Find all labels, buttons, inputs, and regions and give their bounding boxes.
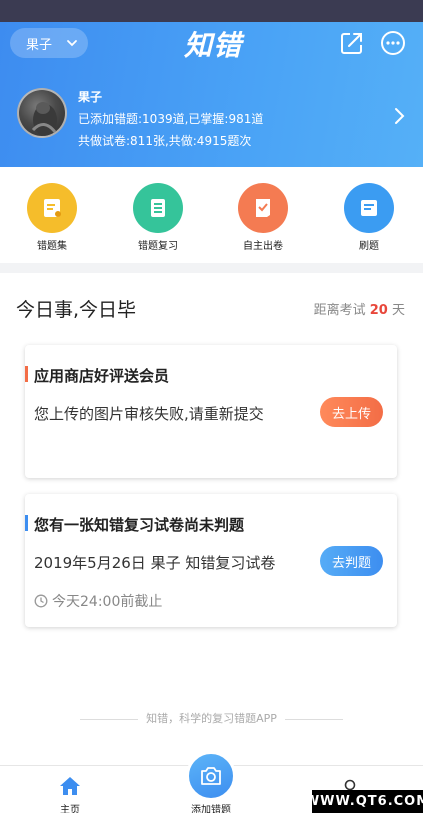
card-deadline: 今天24:00前截止 — [34, 591, 162, 611]
watermark: WWW.QT6.COM — [305, 790, 423, 813]
deadline-text: 今天24:00前截止 — [52, 594, 163, 610]
quick-action-label: 错题复习 — [138, 241, 178, 252]
card-description: 2019年5月26日 果子 知错复习试卷 — [34, 554, 276, 572]
profile-name: 果子 — [78, 90, 103, 104]
quick-action-label: 自主出卷 — [243, 241, 283, 252]
task-card[interactable]: 应用商店好评送会员 您上传的图片审核失败,请重新提交 去上传 — [25, 345, 397, 478]
header: 果子 知错 果子 已添加错题:1039道,已掌握:981道 共做试卷:811张,… — [0, 22, 423, 167]
camera-button[interactable] — [186, 751, 236, 801]
upload-button[interactable]: 去上传 — [320, 397, 383, 427]
today-section: 今日事,今日毕 距离考试 20 天 应用商店好评送会员 您上传的图片审核失败,请… — [0, 273, 423, 765]
section-title: 今日事,今日毕 — [16, 299, 137, 321]
card-title: 您有一张知错复习试卷尚未判题 — [34, 516, 245, 534]
nav-add-label: 添加错题 — [191, 805, 231, 813]
footer-tagline: 知错，科学的复习错题APP — [0, 710, 423, 726]
nav-home[interactable]: 主页 — [50, 776, 90, 813]
tagline-text: 知错，科学的复习错题APP — [146, 712, 277, 725]
card-description: 您上传的图片审核失败,请重新提交 — [34, 405, 264, 423]
avatar-image — [31, 102, 57, 136]
clock-icon — [34, 594, 48, 608]
divider — [284, 718, 343, 720]
exam-countdown-days: 20 — [369, 303, 388, 318]
quick-action-make-paper[interactable]: 自主出卷 — [228, 183, 298, 252]
practice-icon — [344, 183, 394, 233]
review-icon — [133, 183, 183, 233]
user-switcher[interactable]: 果子 — [10, 28, 88, 58]
exam-countdown-suffix: 天 — [391, 303, 405, 318]
quick-action-label: 刷题 — [359, 241, 379, 252]
app-logo: 知错 — [184, 29, 243, 62]
chevron-down-icon — [67, 40, 77, 47]
nav-home-label: 主页 — [60, 805, 80, 813]
quick-actions: 错题集 错题复习 自主出卷 刷题 — [0, 167, 423, 263]
quick-action-review[interactable]: 错题复习 — [123, 183, 193, 252]
profile-stats-questions: 已添加错题:1039道,已掌握:981道 — [78, 112, 264, 126]
notebook-icon — [27, 183, 77, 233]
avatar[interactable] — [17, 88, 67, 138]
profile-stats-papers: 共做试卷:811张,共做:4915题次 — [78, 134, 252, 148]
nav-add-question[interactable]: 添加错题 — [176, 751, 246, 813]
divider — [80, 718, 139, 720]
task-card[interactable]: 您有一张知错复习试卷尚未判题 2019年5月26日 果子 知错复习试卷 去判题 … — [25, 494, 397, 627]
user-switcher-label: 果子 — [26, 37, 53, 53]
exam-countdown[interactable]: 距离考试 20 天 — [314, 299, 405, 318]
quick-action-practice[interactable]: 刷题 — [334, 183, 404, 252]
card-title: 应用商店好评送会员 — [34, 367, 170, 385]
chevron-right-icon[interactable] — [392, 106, 406, 126]
camera-icon — [201, 767, 221, 785]
exam-countdown-prefix: 距离考试 — [313, 303, 366, 318]
quick-action-wrong-questions[interactable]: 错题集 — [17, 183, 87, 252]
status-bar — [0, 0, 423, 22]
quick-action-label: 错题集 — [37, 241, 67, 252]
grade-button[interactable]: 去判题 — [320, 546, 383, 576]
more-icon[interactable] — [380, 30, 406, 56]
paper-icon — [238, 183, 288, 233]
share-icon[interactable] — [339, 30, 365, 56]
home-icon — [60, 777, 80, 795]
